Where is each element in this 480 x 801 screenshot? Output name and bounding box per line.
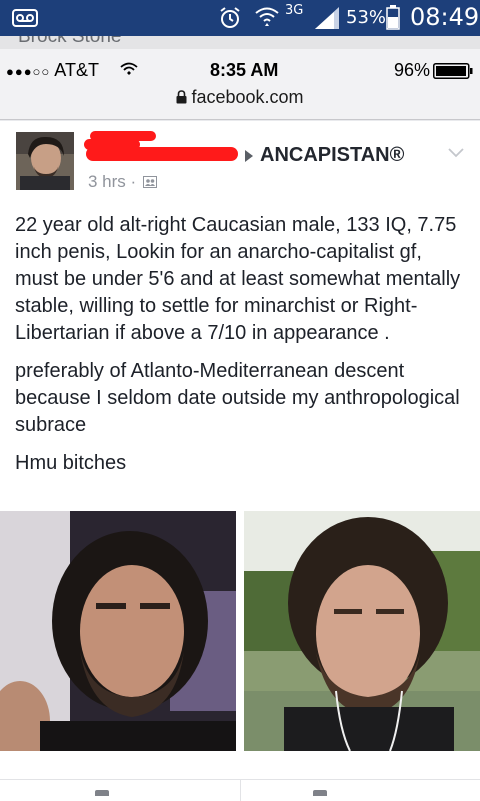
post-text: 22 year old alt-right Caucasian male, 13… bbox=[15, 212, 470, 488]
carrier-name: AT&T bbox=[54, 60, 99, 80]
post-photo[interactable] bbox=[244, 511, 480, 751]
post-meta: 3 hrs · bbox=[88, 172, 157, 192]
alarm-icon bbox=[220, 7, 240, 28]
url-domain: facebook.com bbox=[191, 87, 304, 107]
group-audience-icon bbox=[142, 176, 157, 188]
signal-dots: ●●●○○ bbox=[6, 63, 51, 79]
voicemail-icon bbox=[12, 9, 38, 27]
post-photo[interactable] bbox=[0, 511, 236, 751]
ios-wifi-icon bbox=[120, 62, 138, 75]
comment-icon bbox=[313, 790, 327, 796]
avatar[interactable] bbox=[16, 132, 74, 190]
like-icon bbox=[95, 790, 109, 796]
ios-battery-percent: 96% bbox=[394, 60, 431, 80]
chevron-down-icon[interactable] bbox=[448, 148, 464, 158]
ios-clock: 8:35 AM bbox=[210, 60, 279, 80]
previous-post-strip: Brock Stone bbox=[0, 36, 480, 49]
ios-battery-icon bbox=[433, 63, 473, 79]
url-bar[interactable]: facebook.com bbox=[0, 87, 480, 108]
post-paragraph: 22 year old alt-right Caucasian male, 13… bbox=[15, 214, 461, 344]
comment-button[interactable] bbox=[240, 780, 480, 801]
battery-percent: 53% bbox=[346, 7, 387, 28]
previous-post-name: Brock Stone bbox=[18, 36, 122, 47]
post-time[interactable]: 3 hrs bbox=[88, 172, 126, 191]
meta-separator: · bbox=[130, 172, 137, 191]
like-button[interactable] bbox=[0, 780, 240, 801]
android-status-bar: 3G 53% 08:49 bbox=[0, 0, 480, 36]
signal-icon bbox=[315, 7, 339, 29]
android-clock: 08:49 bbox=[410, 3, 480, 31]
group-name[interactable]: ANCAPISTAN® bbox=[260, 144, 404, 167]
post-card: ANCAPISTAN® 3 hrs · 22 year old alt-righ… bbox=[0, 121, 480, 801]
lock-icon bbox=[176, 90, 187, 104]
post-paragraph: Hmu bitches bbox=[15, 452, 127, 474]
battery-icon bbox=[386, 5, 400, 30]
redacted-name-line bbox=[86, 147, 238, 161]
post-paragraph: preferably of Atlanto-Mediterranean desc… bbox=[15, 360, 460, 436]
post-actions-bar bbox=[0, 779, 480, 801]
network-type: 3G bbox=[285, 3, 304, 18]
wifi-icon bbox=[255, 7, 279, 26]
share-arrow-icon bbox=[245, 150, 253, 162]
ios-carrier-group: ●●●○○ AT&T bbox=[6, 60, 99, 81]
ios-header: ●●●○○ AT&T 8:35 AM 96% facebook.com bbox=[0, 49, 480, 120]
